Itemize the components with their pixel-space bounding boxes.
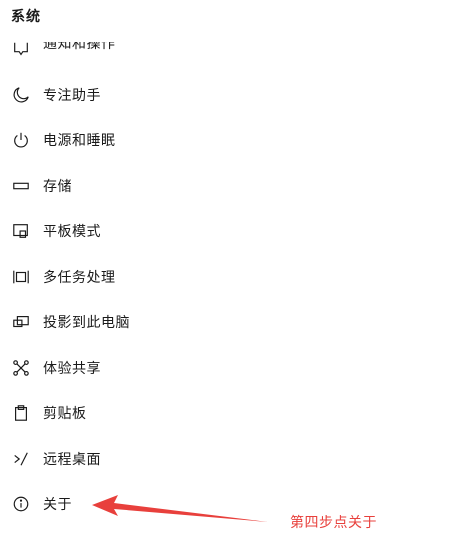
nav-item-project-to-pc[interactable]: 投影到此电脑	[0, 305, 300, 339]
nav-item-label: 投影到此电脑	[43, 315, 130, 331]
moon-icon	[11, 85, 31, 105]
nav-item-notifications[interactable]: 通知和操作	[0, 42, 300, 58]
info-icon	[11, 494, 31, 514]
nav-item-multitasking[interactable]: 多任务处理	[0, 260, 300, 294]
annotation-arrow-icon	[92, 495, 268, 522]
tablet-icon	[11, 221, 31, 241]
nav-item-label: 关于	[43, 497, 72, 513]
remote-desktop-icon	[11, 449, 31, 469]
nav-item-label: 剪贴板	[43, 406, 87, 422]
annotation-text: 第四步点关于	[290, 515, 377, 531]
nav-item-remote-desktop[interactable]: 远程桌面	[0, 442, 300, 476]
nav-item-tablet-mode[interactable]: 平板模式	[0, 214, 300, 248]
nav-item-label: 电源和睡眠	[43, 133, 116, 149]
multitask-icon	[11, 267, 31, 287]
nav-item-clipboard[interactable]: 剪贴板	[0, 396, 300, 430]
nav-item-label: 多任务处理	[43, 270, 116, 286]
project-icon	[11, 312, 31, 332]
nav-item-focus-assist[interactable]: 专注助手	[0, 78, 300, 112]
nav-item-label: 通知和操作	[43, 42, 116, 52]
settings-nav-list: 通知和操作 专注助手 电源和睡眠 存储 平板模式 多任务处理 投影到此电脑 体验…	[0, 0, 464, 557]
nav-item-label: 专注助手	[43, 88, 101, 104]
nav-item-label: 远程桌面	[43, 452, 101, 468]
nav-item-storage[interactable]: 存储	[0, 169, 300, 203]
nav-item-power-sleep[interactable]: 电源和睡眠	[0, 123, 300, 157]
power-icon	[11, 130, 31, 150]
nav-item-label: 平板模式	[43, 224, 101, 240]
clipboard-icon	[11, 403, 31, 423]
nav-item-shared-experiences[interactable]: 体验共享	[0, 351, 300, 385]
nav-item-label: 存储	[43, 179, 72, 195]
share-icon	[11, 358, 31, 378]
nav-item-label: 体验共享	[43, 361, 101, 377]
notification-icon	[11, 42, 31, 58]
storage-icon	[11, 176, 31, 196]
